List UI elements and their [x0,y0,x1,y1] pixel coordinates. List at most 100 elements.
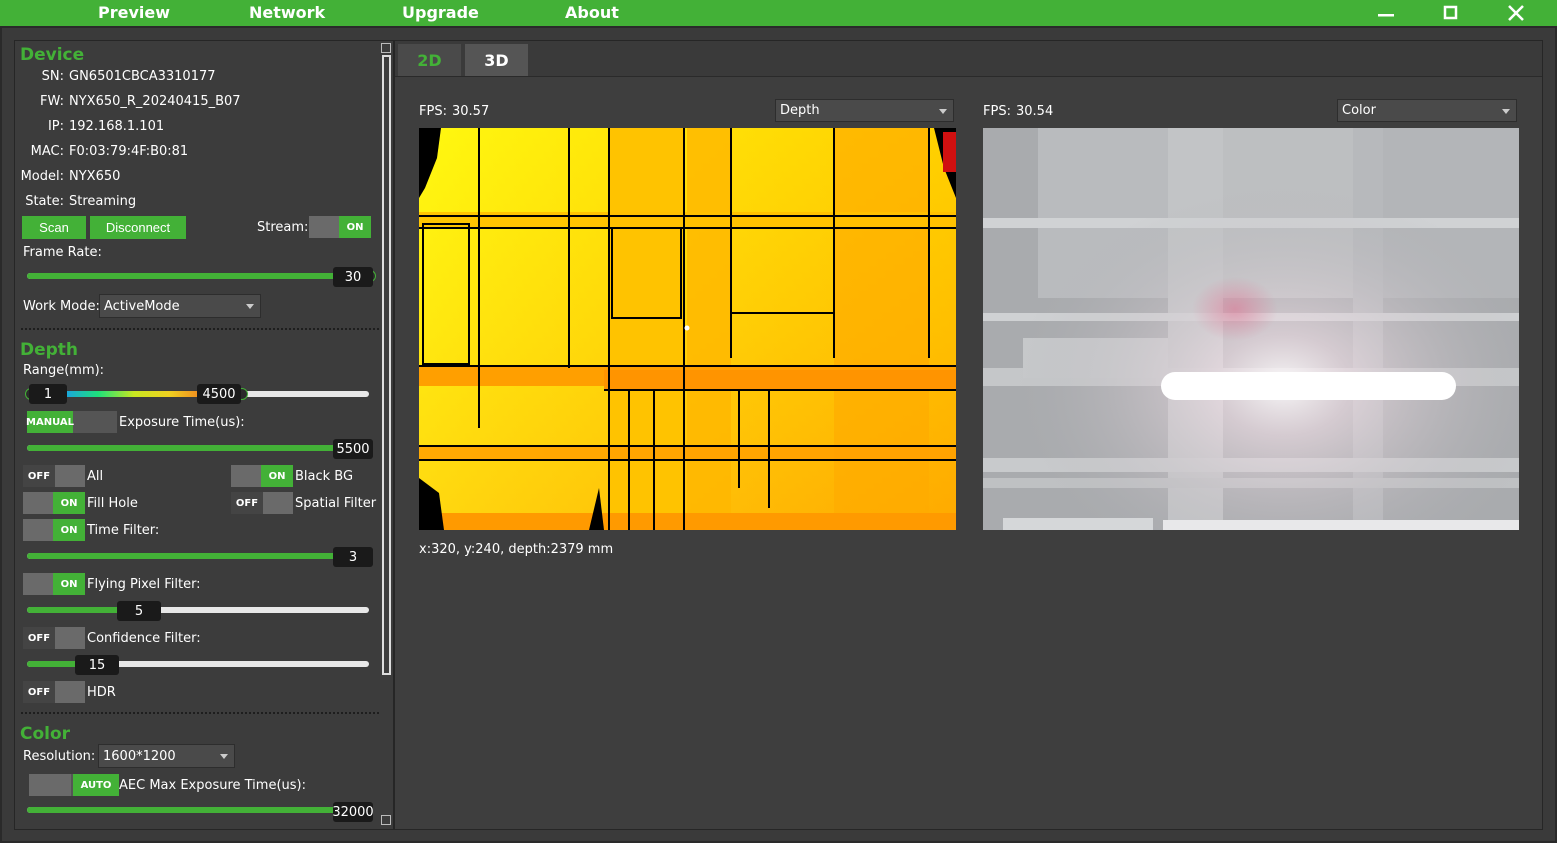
tab-bar [395,41,1542,77]
sn-value: GN6501CBCA3310177 [69,69,216,84]
flying-pixel-value: 5 [117,601,161,621]
time-filter-toggle[interactable]: ON [23,519,85,541]
fill-hole-toggle[interactable]: ON [23,492,85,514]
view-panel: 2D 3D FPS: 30.57 Depth x:320, y:240, dep… [394,40,1543,830]
all-toggle[interactable]: OFF [23,465,85,487]
maximize-button[interactable] [1438,2,1464,24]
depth-readout: x:320, y:240, depth:2379 mm [419,542,614,557]
spatial-filter-label: Spatial Filter [295,496,377,511]
tab-2d[interactable]: 2D [398,44,461,76]
scroll-thumb[interactable] [382,55,391,675]
range-label: Range(mm): [23,363,105,378]
disconnect-button[interactable]: Disconnect [90,216,186,239]
flying-pixel-slider[interactable] [27,607,369,613]
chevron-down-icon [246,304,254,309]
exposure-mode-state: MANUAL [26,411,74,433]
scroll-down-icon[interactable] [381,815,391,825]
color-image[interactable] [983,128,1519,530]
chevron-down-icon [939,109,947,114]
exposure-mode-toggle[interactable]: MANUAL [26,411,117,433]
hdr-toggle[interactable]: OFF [23,681,85,703]
black-bg-label: Black BG [295,469,354,484]
maximize-icon [1443,5,1458,20]
depth-fps-label: FPS: [419,104,447,119]
chevron-down-icon [1502,109,1510,114]
menu-network[interactable]: Network [249,3,325,22]
divider [21,712,379,714]
close-button[interactable] [1503,2,1529,24]
work-mode-value: ActiveMode [104,298,180,314]
fill-hole-label: Fill Hole [87,496,138,511]
all-toggle-state: OFF [23,465,55,487]
chevron-down-icon [220,754,228,759]
color-fps-label: FPS: [983,104,1011,119]
time-filter-slider[interactable] [27,553,369,559]
exposure-slider[interactable] [27,445,369,451]
aec-slider[interactable] [27,807,369,813]
scan-button[interactable]: Scan [22,216,86,239]
all-label: All [87,469,104,484]
confidence-filter-value: 15 [75,655,119,675]
control-panel: Device SN: GN6501CBCA3310177 FW: NYX650_… [14,40,394,830]
spatial-filter-toggle-state: OFF [231,492,263,514]
flying-pixel-toggle-state: ON [53,573,85,595]
resolution-select[interactable]: 1600*1200 [98,744,235,768]
fw-value: NYX650_R_20240415_B07 [69,94,241,109]
stream-toggle-state: ON [339,216,371,238]
flying-pixel-label: Flying Pixel Filter: [87,577,201,592]
black-bg-toggle-state: ON [261,465,293,487]
state-label: State: [25,194,64,209]
title-bar: Preview Network Upgrade About [0,0,1557,26]
frame-rate-slider[interactable] [27,273,369,279]
frame-rate-label: Frame Rate: [23,245,102,260]
confidence-filter-toggle[interactable]: OFF [23,627,85,649]
depth-section-title: Depth [20,340,79,360]
range-min-value: 1 [29,384,67,404]
aec-value: 32000 [332,802,374,822]
color-fps-value: 30.54 [1016,104,1054,119]
model-label: Model: [20,169,64,184]
range-max-value: 4500 [197,384,241,404]
time-filter-value: 3 [333,547,373,567]
menu-preview[interactable]: Preview [98,3,170,22]
color-view-select[interactable]: Color [1337,99,1517,122]
depth-view-select-value: Depth [780,103,820,118]
aec-mode-state: AUTO [73,774,119,796]
scroll-up-icon[interactable] [381,43,391,53]
mac-value: F0:03:79:4F:B0:81 [69,144,189,159]
aec-label: AEC Max Exposure Time(us): [119,778,306,793]
menu-about[interactable]: About [565,3,619,22]
ip-value: 192.168.1.101 [69,119,165,134]
fw-label: FW: [40,94,64,109]
confidence-filter-label: Confidence Filter: [87,631,201,646]
color-view-select-value: Color [1342,103,1376,118]
hdr-label: HDR [87,685,116,700]
depth-view-select[interactable]: Depth [775,99,954,122]
time-filter-label: Time Filter: [87,523,160,538]
close-icon [1508,5,1524,21]
color-section-title: Color [20,724,71,744]
work-mode-select[interactable]: ActiveMode [99,294,261,318]
resolution-label: Resolution: [23,749,96,764]
state-value: Streaming [69,194,137,209]
black-bg-toggle[interactable]: ON [231,465,293,487]
scrollbar[interactable] [380,41,392,829]
aec-mode-toggle[interactable]: AUTO [29,774,119,796]
stream-label: Stream: [257,220,309,235]
frame-rate-value: 30 [333,267,373,287]
spatial-filter-toggle[interactable]: OFF [231,492,293,514]
flying-pixel-toggle[interactable]: ON [23,573,85,595]
fill-hole-toggle-state: ON [53,492,85,514]
exposure-value: 5500 [333,439,373,459]
time-filter-toggle-state: ON [53,519,85,541]
minimize-icon [1378,14,1394,17]
ip-label: IP: [47,119,64,134]
menu-upgrade[interactable]: Upgrade [402,3,479,22]
depth-image[interactable] [419,128,956,530]
tab-3d[interactable]: 3D [465,44,528,76]
minimize-button[interactable] [1373,2,1399,24]
hdr-toggle-state: OFF [23,681,55,703]
exposure-label: Exposure Time(us): [119,415,245,430]
stream-toggle[interactable]: ON [309,216,371,238]
divider [21,328,379,330]
